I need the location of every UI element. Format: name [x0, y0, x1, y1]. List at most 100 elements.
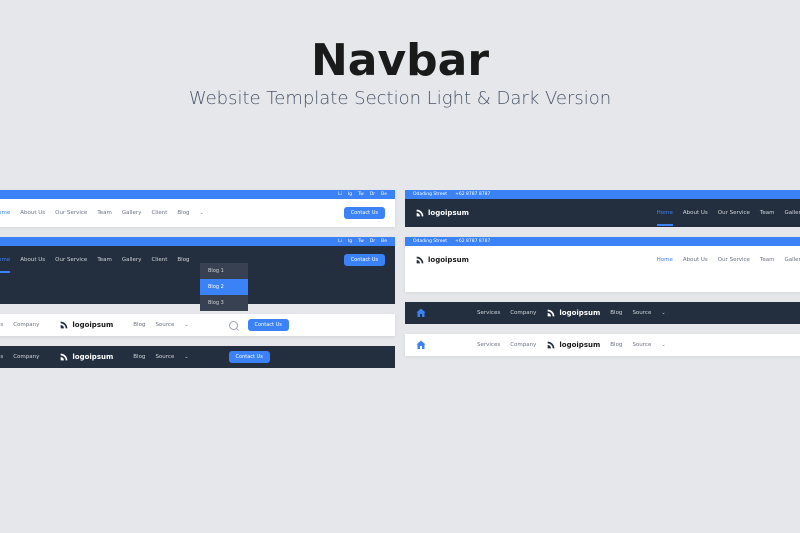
- chevron-down-icon: ⌄: [184, 354, 188, 360]
- nav-home[interactable]: Home: [0, 257, 10, 263]
- page-subtitle: Website Template Section Light & Dark Ve…: [0, 88, 800, 109]
- brand-logo[interactable]: logoipsum: [415, 208, 469, 218]
- chevron-down-icon: ⌄: [200, 210, 204, 216]
- nav-service[interactable]: Our Service: [55, 257, 87, 263]
- nav-blog[interactable]: Blog: [177, 257, 189, 263]
- nav-company[interactable]: Company: [510, 342, 536, 348]
- brand-logo[interactable]: logoipsum: [59, 352, 113, 362]
- nav-gallery[interactable]: Gallery: [122, 210, 142, 216]
- nav-services[interactable]: Services: [477, 342, 500, 348]
- logo-icon: [59, 352, 69, 362]
- nav-client[interactable]: Client: [151, 257, 167, 263]
- navbar-variant-8-light: Services Company logoipsum Blog Source ⌄: [405, 334, 800, 356]
- nav-blog[interactable]: Blog: [133, 322, 145, 328]
- nav-gallery[interactable]: Gallery: [784, 257, 800, 263]
- navbar-variant-2-dark: Li Ig Tw Dr Be Home About Us Our Service…: [0, 237, 395, 304]
- brand-name: logoipsum: [428, 256, 469, 264]
- social-link-tw[interactable]: Tw: [358, 239, 364, 244]
- nav-blog[interactable]: Blog: [177, 210, 189, 216]
- social-link-ig[interactable]: Ig: [348, 239, 352, 244]
- social-link-li[interactable]: Li: [338, 192, 342, 197]
- contact-button[interactable]: Contact Us: [344, 207, 385, 219]
- nav-company[interactable]: Company: [510, 310, 536, 316]
- nav-source[interactable]: Source: [155, 354, 174, 360]
- brand-logo[interactable]: logoipsum: [415, 255, 469, 265]
- logo-icon: [415, 208, 425, 218]
- nav-blog[interactable]: Blog: [610, 342, 622, 348]
- navbar-variant-3-light: Services Company logoipsum Blog Source⌄ …: [0, 314, 395, 336]
- nav-about[interactable]: About Us: [20, 257, 45, 263]
- search-icon[interactable]: [229, 321, 238, 330]
- brand-name: logoipsum: [559, 309, 600, 317]
- chevron-down-icon: ⌄: [184, 322, 188, 328]
- nav-company[interactable]: Company: [13, 354, 39, 360]
- nav-about[interactable]: About Us: [683, 257, 708, 263]
- contact-button[interactable]: Contact Us: [344, 254, 385, 266]
- nav-services[interactable]: Services: [0, 354, 3, 360]
- nav-company[interactable]: Company: [13, 322, 39, 328]
- brand-name: logoipsum: [559, 341, 600, 349]
- nav-source[interactable]: Source: [632, 342, 651, 348]
- nav-about[interactable]: About Us: [20, 210, 45, 216]
- brand-name: logoipsum: [72, 353, 113, 361]
- navbar-variant-1-light: Li Ig Tw Dr Be Home About Us Our Service…: [0, 190, 395, 227]
- contact-phone: +62 8787 8787: [455, 239, 490, 244]
- social-link-dr[interactable]: Dr: [370, 192, 375, 197]
- nav-blog[interactable]: Blog: [133, 354, 145, 360]
- nav-home[interactable]: Home: [657, 210, 673, 216]
- home-icon[interactable]: [415, 339, 427, 351]
- brand-logo[interactable]: logoipsum: [59, 320, 113, 330]
- nav-client[interactable]: Client: [151, 210, 167, 216]
- brand-logo[interactable]: logoipsum: [546, 308, 600, 318]
- nav-team[interactable]: Team: [97, 210, 112, 216]
- nav-source[interactable]: Source: [155, 322, 174, 328]
- nav-gallery[interactable]: Gallery: [122, 257, 142, 263]
- logo-icon: [59, 320, 69, 330]
- contact-topbar: Odading Street +62 8787 8787: [405, 237, 800, 246]
- social-link-li[interactable]: Li: [338, 239, 342, 244]
- logo-icon: [546, 308, 556, 318]
- navbar-variant-4-dark: Services Company logoipsum Blog Source⌄ …: [0, 346, 395, 368]
- chevron-down-icon: ⌄: [661, 342, 665, 348]
- social-topbar: Li Ig Tw Dr Be: [0, 190, 395, 199]
- blog-dropdown: Blog 1 Blog 2 Blog 3: [200, 263, 248, 311]
- nav-service[interactable]: Our Service: [718, 210, 750, 216]
- nav-service[interactable]: Our Service: [718, 257, 750, 263]
- brand-name: logoipsum: [72, 321, 113, 329]
- nav-services[interactable]: Services: [477, 310, 500, 316]
- dropdown-item-blog3[interactable]: Blog 3: [200, 295, 248, 311]
- nav-source[interactable]: Source: [632, 310, 651, 316]
- chevron-down-icon: ⌄: [661, 310, 665, 316]
- nav-home[interactable]: Home: [0, 210, 10, 216]
- nav-home[interactable]: Home: [657, 257, 673, 263]
- nav-services[interactable]: Services: [0, 322, 3, 328]
- contact-button[interactable]: Contact Us: [229, 351, 270, 363]
- social-link-be[interactable]: Be: [381, 192, 387, 197]
- navbar-variant-5-dark: Odading Street +62 8787 8787 logoipsum H…: [405, 190, 800, 227]
- nav-service[interactable]: Our Service: [55, 210, 87, 216]
- contact-button[interactable]: Contact Us: [248, 319, 289, 331]
- navbar-variant-7-dark: Services Company logoipsum Blog Source ⌄: [405, 302, 800, 324]
- social-link-be[interactable]: Be: [381, 239, 387, 244]
- social-topbar: Li Ig Tw Dr Be: [0, 237, 395, 246]
- centered-nav: Services Company logoipsum Blog Source ⌄: [405, 302, 800, 324]
- logo-icon: [546, 340, 556, 350]
- social-link-tw[interactable]: Tw: [358, 192, 364, 197]
- nav-team[interactable]: Team: [97, 257, 112, 263]
- social-link-dr[interactable]: Dr: [370, 239, 375, 244]
- dropdown-item-blog2[interactable]: Blog 2: [200, 279, 248, 295]
- nav-gallery[interactable]: Gallery: [784, 210, 800, 216]
- dropdown-item-blog1[interactable]: Blog 1: [200, 263, 248, 279]
- social-link-ig[interactable]: Ig: [348, 192, 352, 197]
- main-nav: Home About Us Our Service Team Gallery C…: [0, 199, 395, 227]
- navbar-variant-6-light: Odading Street +62 8787 8787 logoipsum H…: [405, 237, 800, 292]
- nav-blog[interactable]: Blog: [610, 310, 622, 316]
- nav-about[interactable]: About Us: [683, 210, 708, 216]
- nav-team[interactable]: Team: [760, 257, 775, 263]
- brand-logo[interactable]: logoipsum: [546, 340, 600, 350]
- centered-nav: Services Company logoipsum Blog Source⌄ …: [0, 314, 395, 336]
- main-nav: logoipsum Home About Us Our Service Team…: [405, 199, 800, 227]
- main-nav: logoipsum Home About Us Our Service Team…: [405, 246, 800, 274]
- home-icon[interactable]: [415, 307, 427, 319]
- nav-team[interactable]: Team: [760, 210, 775, 216]
